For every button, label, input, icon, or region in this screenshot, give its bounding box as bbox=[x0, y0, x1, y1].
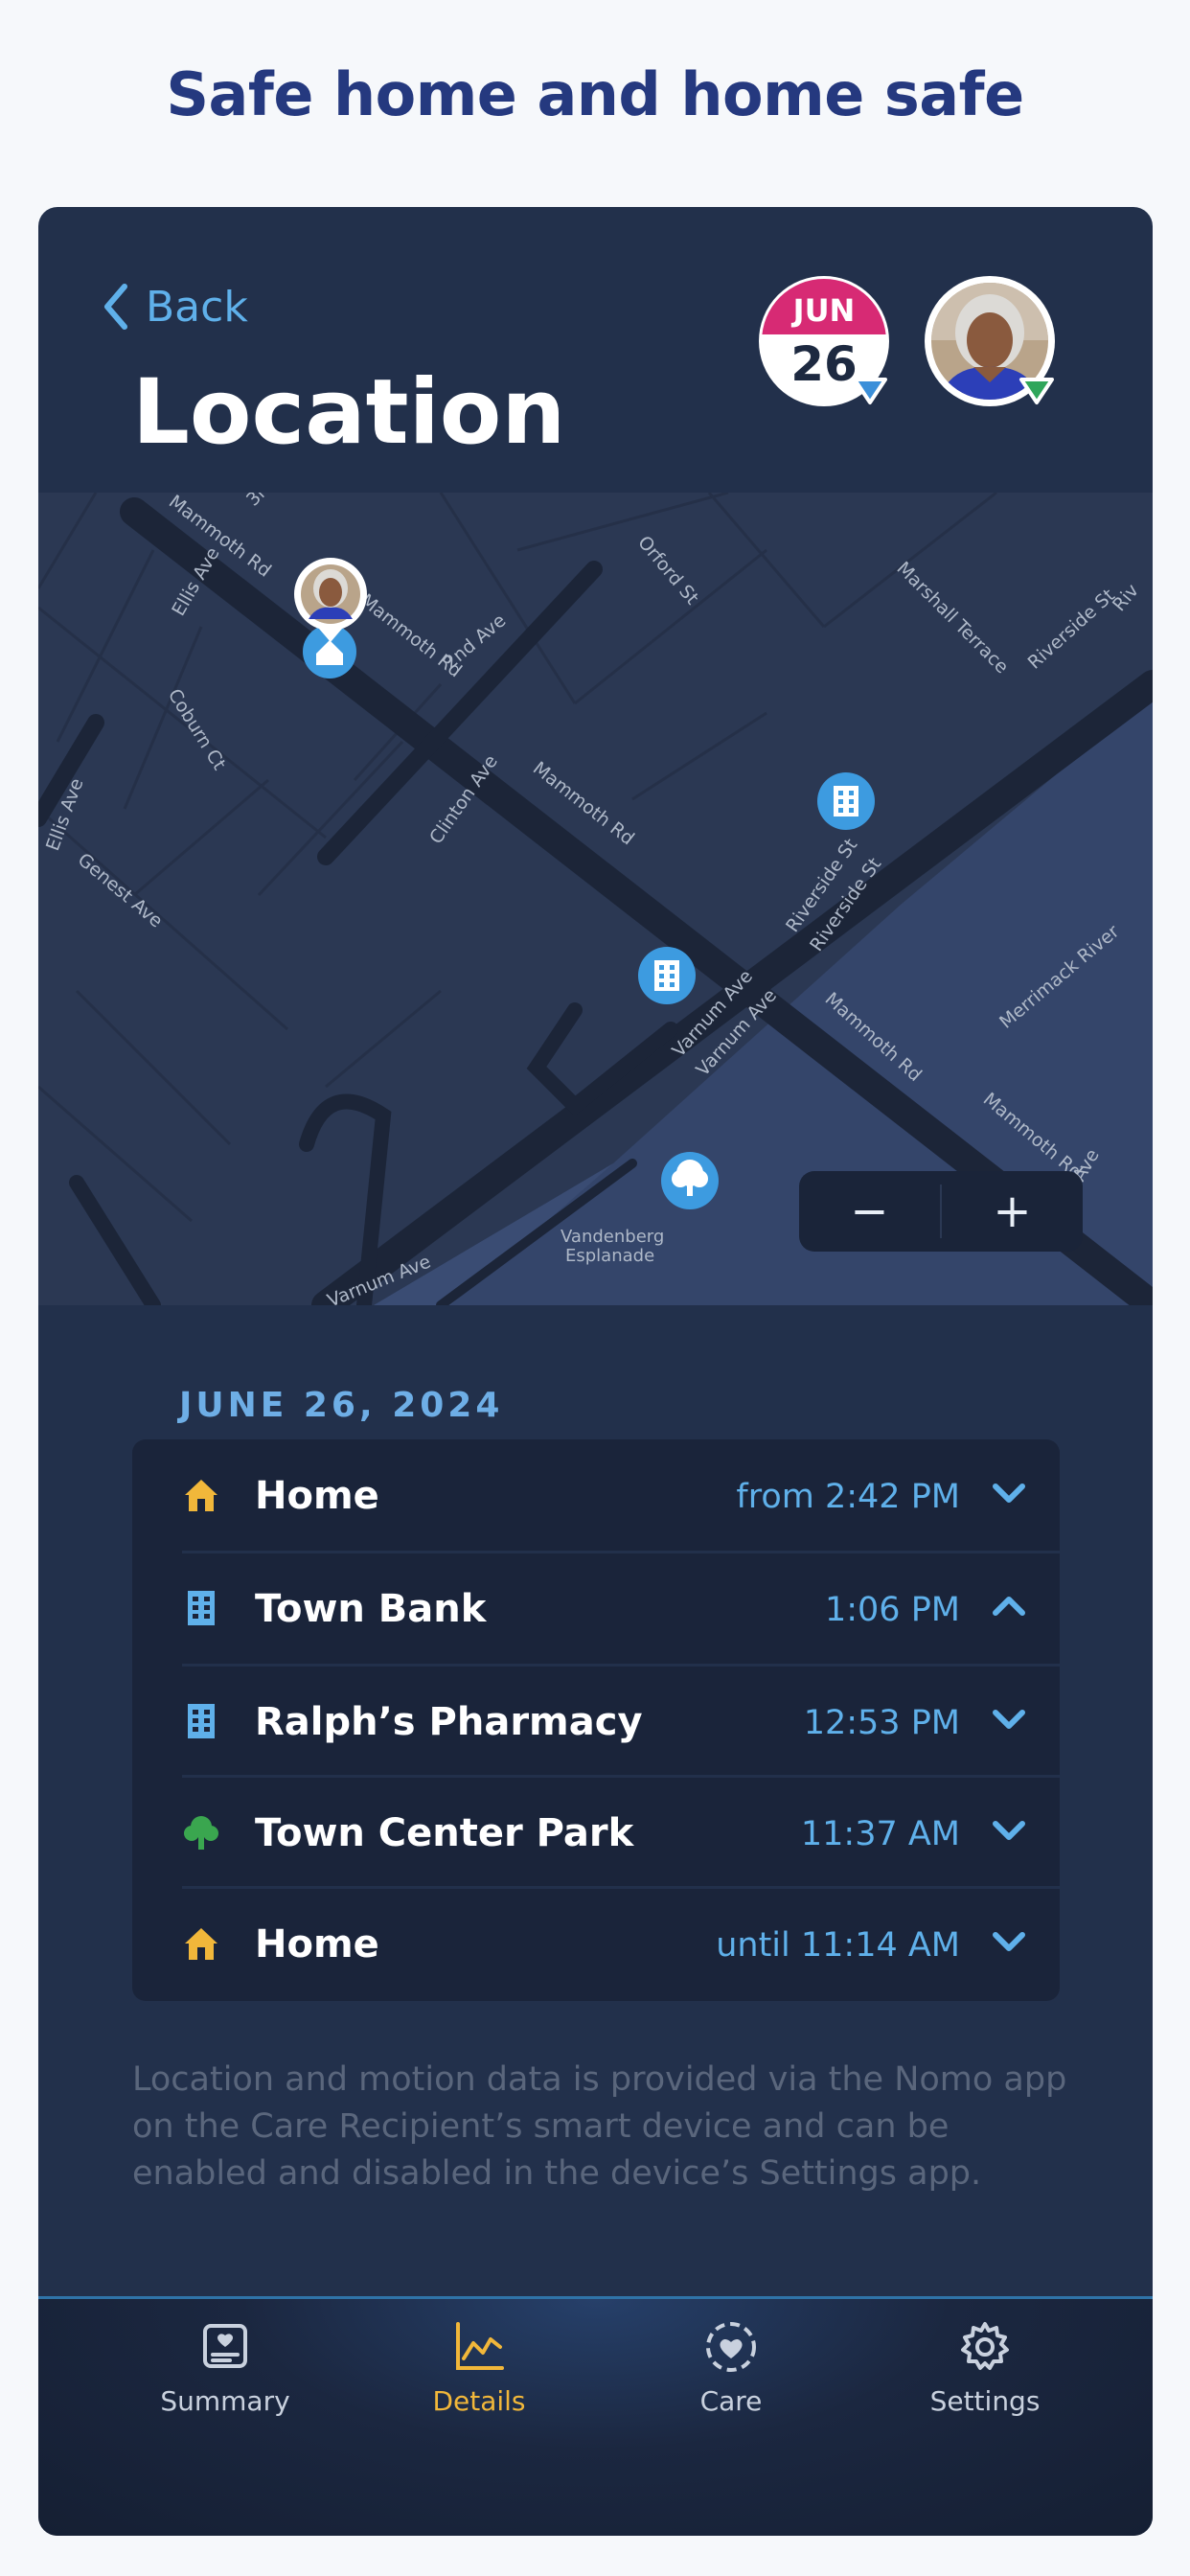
back-button[interactable]: Back bbox=[102, 278, 248, 335]
timeline-date: JUNE 26, 2024 bbox=[179, 1386, 504, 1425]
tab-settings[interactable]: Settings bbox=[875, 2318, 1095, 2433]
data-source-note: Location and motion data is provided via… bbox=[132, 2060, 1067, 2193]
timeline-time: 11:37 AM bbox=[800, 1815, 960, 1853]
app-screen: Back Location JUN 26 Mammoth Rd Ellis Av… bbox=[38, 207, 1153, 2536]
bank-pin-icon[interactable] bbox=[817, 772, 875, 830]
tab-details[interactable]: Details bbox=[369, 2318, 589, 2433]
building-icon bbox=[188, 1704, 215, 1738]
timeline-row[interactable]: Home from 2:42 PM bbox=[132, 1439, 1060, 1551]
timeline-place: Home bbox=[255, 1922, 379, 1966]
timeline-row[interactable]: Ralph’s Pharmacy 12:53 PM bbox=[132, 1666, 1060, 1777]
caret-down-icon bbox=[1019, 378, 1054, 404]
chart-icon bbox=[456, 2322, 504, 2370]
timeline-row[interactable]: Town Center Park 11:37 AM bbox=[132, 1777, 1060, 1888]
tab-label: Summary bbox=[160, 2385, 290, 2417]
chevron-down-icon[interactable] bbox=[991, 1480, 1027, 1506]
chevron-left-icon bbox=[104, 284, 127, 330]
date-month: JUN bbox=[762, 279, 886, 334]
zoom-in-button[interactable]: + bbox=[942, 1171, 1083, 1252]
page-title: Location bbox=[132, 360, 566, 465]
tab-summary[interactable]: Summary bbox=[115, 2318, 335, 2433]
back-label: Back bbox=[146, 282, 248, 332]
tab-label: Details bbox=[432, 2385, 526, 2417]
timeline-time: 12:53 PM bbox=[803, 1704, 960, 1742]
zoom-out-button[interactable]: − bbox=[799, 1171, 940, 1252]
chevron-down-icon[interactable] bbox=[991, 1817, 1027, 1844]
chevron-down-icon[interactable] bbox=[991, 1706, 1027, 1733]
pharmacy-pin-icon[interactable] bbox=[638, 947, 696, 1004]
timeline-time: 1:06 PM bbox=[824, 1591, 960, 1629]
timeline-place: Town Center Park bbox=[255, 1811, 634, 1855]
timeline-place: Town Bank bbox=[255, 1587, 487, 1631]
tab-care[interactable]: Care bbox=[621, 2318, 841, 2433]
chevron-up-icon[interactable] bbox=[991, 1593, 1027, 1620]
svg-text:Vandenberg: Vandenberg bbox=[561, 1227, 664, 1247]
home-icon bbox=[185, 1480, 217, 1511]
tree-icon bbox=[184, 1816, 218, 1850]
svg-text:Esplanade: Esplanade bbox=[565, 1246, 654, 1266]
home-icon bbox=[185, 1928, 217, 1960]
timeline-row[interactable]: Home until 11:14 AM bbox=[132, 1888, 1060, 1999]
timeline-place: Home bbox=[255, 1474, 379, 1518]
chevron-down-icon[interactable] bbox=[991, 1928, 1027, 1955]
timeline-time: until 11:14 AM bbox=[716, 1926, 960, 1965]
park-pin-icon[interactable] bbox=[661, 1152, 719, 1209]
location-timeline-list: Home from 2:42 PM Town Bank 1:06 PM Ralp… bbox=[132, 1439, 1060, 2001]
summary-icon bbox=[203, 2324, 247, 2368]
timeline-time: from 2:42 PM bbox=[736, 1478, 960, 1516]
building-icon bbox=[188, 1591, 215, 1625]
heart-icon bbox=[706, 2322, 756, 2372]
timeline-row[interactable]: Town Bank 1:06 PM bbox=[132, 1552, 1060, 1664]
location-map[interactable]: Mammoth Rd 3rd St Ellis Ave Mammoth Rd 2… bbox=[38, 493, 1153, 1305]
tab-bar: Summary Details Care Settings bbox=[38, 2296, 1153, 2536]
caret-down-icon bbox=[853, 378, 887, 404]
tab-label: Settings bbox=[929, 2385, 1041, 2417]
page-headline: Safe home and home safe bbox=[166, 59, 1024, 129]
gear-icon bbox=[961, 2322, 1009, 2370]
tab-label: Care bbox=[699, 2385, 763, 2417]
timeline-place: Ralph’s Pharmacy bbox=[255, 1700, 643, 1744]
zoom-control: − + bbox=[799, 1171, 1083, 1252]
